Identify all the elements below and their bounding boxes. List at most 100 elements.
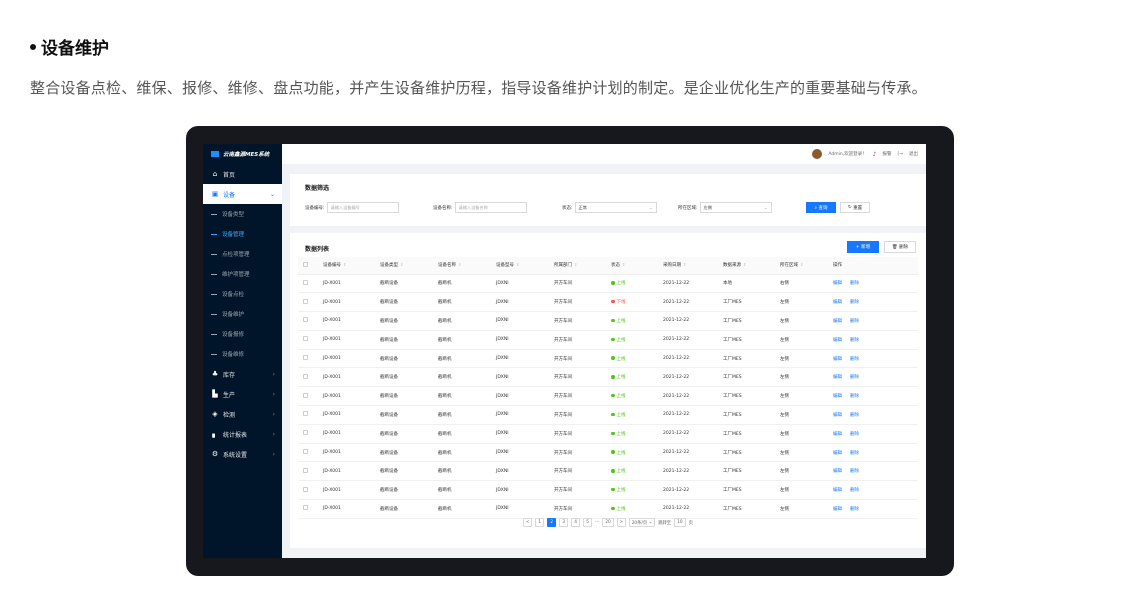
area-select[interactable]: 左侧 ⌄ <box>699 202 772 213</box>
col-header[interactable]: 状态 ⇕ <box>606 257 658 275</box>
delete-link[interactable]: 删除 <box>850 375 859 380</box>
sidebar-item-equipment[interactable]: ▣ 设备 ⌄ <box>203 184 282 204</box>
edit-link[interactable]: 编辑 <box>833 488 842 493</box>
delete-link[interactable]: 删除 <box>850 394 859 399</box>
code-input[interactable]: 请输入设备编号 <box>326 202 399 213</box>
row-checkbox[interactable] <box>303 505 308 511</box>
add-button[interactable]: + 新增 <box>847 241 879 253</box>
edit-link[interactable]: 编辑 <box>833 375 842 380</box>
sidebar-subitem-equipment-manage[interactable]: 设备管理 <box>203 224 282 244</box>
row-checkbox[interactable] <box>303 336 308 342</box>
row-checkbox[interactable] <box>303 373 308 379</box>
col-header[interactable]: 采购日期 ⇕ <box>658 257 718 275</box>
table-row[interactable]: JD-X001 截断设备 截断机 JDXNI 开方车间 上线 2021-12-22 工厂MES… <box>298 443 918 463</box>
delete-link[interactable]: 删除 <box>850 451 859 456</box>
table-row[interactable]: JD-X001 截断设备 截断机 JDXNI 开方车间 上线 2021-12-22 工厂MES… <box>298 461 918 482</box>
sidebar-item-home[interactable]: ⌂ 首页 <box>203 164 282 184</box>
delete-link[interactable]: 删除 <box>850 357 859 362</box>
delete-link[interactable]: 删除 <box>850 300 859 305</box>
query-button[interactable]: ⌕ 查询 <box>806 202 836 213</box>
edit-link[interactable]: 编辑 <box>833 357 842 362</box>
delete-link[interactable]: 删除 <box>850 507 859 512</box>
sidebar-subitem-equipment-maintain[interactable]: 设备维护 <box>203 304 282 324</box>
table-row[interactable]: JD-X001 截断设备 截断机 JDXNI 开方车间 上线 2021-12-22 工厂MES… <box>298 330 918 350</box>
sidebar-item-reports[interactable]: ▖ 统计报表 › <box>203 424 282 444</box>
prev-page-button[interactable]: < <box>523 518 533 527</box>
row-checkbox[interactable] <box>303 449 308 455</box>
row-checkbox[interactable] <box>303 430 308 436</box>
delete-link[interactable]: 删除 <box>850 338 859 343</box>
table-row[interactable]: JD-X001 截断设备 截断机 JDXNI 开方车间 下线 2021-12-22 工厂MES… <box>298 292 918 313</box>
sidebar-subitem-equipment-check[interactable]: 设备点检 <box>203 284 282 304</box>
logout-icon[interactable]: [→ <box>897 152 903 157</box>
page-button-current[interactable]: 2 <box>547 518 557 527</box>
reset-button[interactable]: ↻ 重置 <box>840 202 870 213</box>
delete-link[interactable]: 删除 <box>850 281 859 286</box>
table-row[interactable]: JD-X001 截断设备 截断机 JDXNI 开方车间 上线 2021-12-22 工厂MES… <box>298 480 918 501</box>
row-checkbox[interactable] <box>303 317 308 323</box>
edit-link[interactable]: 编辑 <box>833 469 842 474</box>
row-checkbox[interactable] <box>303 467 308 473</box>
edit-link[interactable]: 编辑 <box>833 319 842 324</box>
table-row[interactable]: JD-X001 截断设备 截断机 JDXNI 开方车间 上线 2021-12-22 工厂MES… <box>298 405 918 425</box>
row-checkbox[interactable] <box>303 411 308 417</box>
page-button[interactable]: 3 <box>559 518 569 527</box>
sidebar-subitem-equipment-repair[interactable]: 设备维修 <box>203 344 282 364</box>
jump-input[interactable]: 10 <box>674 518 686 527</box>
page-button[interactable]: 1 <box>535 518 545 527</box>
table-row[interactable]: JD-X001 截断设备 截断机 JDXNI 开方车间 上线 2021-12-22 工厂MES… <box>298 499 918 519</box>
sidebar-subitem-equipment-report[interactable]: 设备报修 <box>203 324 282 344</box>
page-button[interactable]: 4 <box>571 518 581 527</box>
col-header[interactable]: 所在区域 ⇕ <box>775 257 828 275</box>
delete-link[interactable]: 删除 <box>850 432 859 437</box>
app-logo[interactable]: 云南鑫源MES系统 <box>203 144 282 164</box>
delete-link[interactable]: 删除 <box>850 319 859 324</box>
page-button[interactable]: 5 <box>583 518 593 527</box>
col-header[interactable]: 设备型号 ⇕ <box>491 257 549 275</box>
alert-link[interactable]: 报警 <box>882 151 891 157</box>
sidebar-subitem-equipment-type[interactable]: 设备类型 <box>203 204 282 224</box>
delete-link[interactable]: 删除 <box>850 469 859 474</box>
last-page-button[interactable]: 20 <box>602 518 614 527</box>
row-checkbox[interactable] <box>303 355 308 361</box>
edit-link[interactable]: 编辑 <box>833 338 842 343</box>
sidebar-item-production[interactable]: ▙ 生产 › <box>203 384 282 404</box>
sidebar-subitem-maintain-items[interactable]: 维护项管理 <box>203 264 282 284</box>
edit-link[interactable]: 编辑 <box>833 507 842 512</box>
page-size-select[interactable]: 20条/页 ⌄ <box>628 518 656 527</box>
bell-icon[interactable]: ♪ <box>873 151 877 158</box>
col-header[interactable]: 所属部门 ⇕ <box>549 257 606 275</box>
col-header[interactable]: 设备类型 ⇕ <box>375 257 433 275</box>
logout-link[interactable]: 退出 <box>909 151 918 157</box>
row-checkbox[interactable] <box>303 392 308 398</box>
table-row[interactable]: JD-X001 截断设备 截断机 JDXNI 开方车间 上线 2021-12-22 工厂MES… <box>298 349 918 369</box>
edit-link[interactable]: 编辑 <box>833 432 842 437</box>
sidebar-item-settings[interactable]: ⚙ 系统设置 › <box>203 444 282 464</box>
delete-link[interactable]: 删除 <box>850 488 859 493</box>
status-select[interactable]: 正常 ⌄ <box>574 202 657 213</box>
table-row[interactable]: JD-X001 截断设备 截断机 JDXNI 开方车间 上线 2021-12-22 本地 右侧编… <box>298 274 918 294</box>
edit-link[interactable]: 编辑 <box>833 394 842 399</box>
edit-link[interactable]: 编辑 <box>833 451 842 456</box>
sidebar-subitem-check-items[interactable]: 点检项管理 <box>203 244 282 264</box>
table-row[interactable]: JD-X001 截断设备 截断机 JDXNI 开方车间 上线 2021-12-22 工厂MES… <box>298 311 918 331</box>
edit-link[interactable]: 编辑 <box>833 413 842 418</box>
col-header[interactable]: 设备编号 ⇕ <box>318 257 375 275</box>
table-row[interactable]: JD-X001 截断设备 截断机 JDXNI 开方车间 上线 2021-12-22 工厂MES… <box>298 367 918 388</box>
name-input[interactable]: 请输入设备名称 <box>454 202 527 213</box>
row-checkbox[interactable] <box>303 279 308 285</box>
table-row[interactable]: JD-X001 截断设备 截断机 JDXNI 开方车间 上线 2021-12-22 工厂MES… <box>298 424 918 444</box>
row-checkbox[interactable] <box>303 298 308 304</box>
select-all-checkbox[interactable] <box>303 261 308 267</box>
col-header[interactable]: 数据来源 ⇕ <box>718 257 775 275</box>
delete-link[interactable]: 删除 <box>850 413 859 418</box>
avatar[interactable] <box>812 149 823 159</box>
edit-link[interactable]: 编辑 <box>833 281 842 286</box>
sidebar-item-inspection[interactable]: ◈ 检测 › <box>203 404 282 424</box>
row-checkbox[interactable] <box>303 486 308 492</box>
table-row[interactable]: JD-X001 截断设备 截断机 JDXNI 开方车间 上线 2021-12-22 工厂MES… <box>298 386 918 407</box>
next-page-button[interactable]: > <box>616 518 626 527</box>
edit-link[interactable]: 编辑 <box>833 300 842 305</box>
sidebar-item-inventory[interactable]: ♣ 库存 › <box>203 364 282 384</box>
delete-button[interactable]: 🗑 删除 <box>884 241 916 253</box>
